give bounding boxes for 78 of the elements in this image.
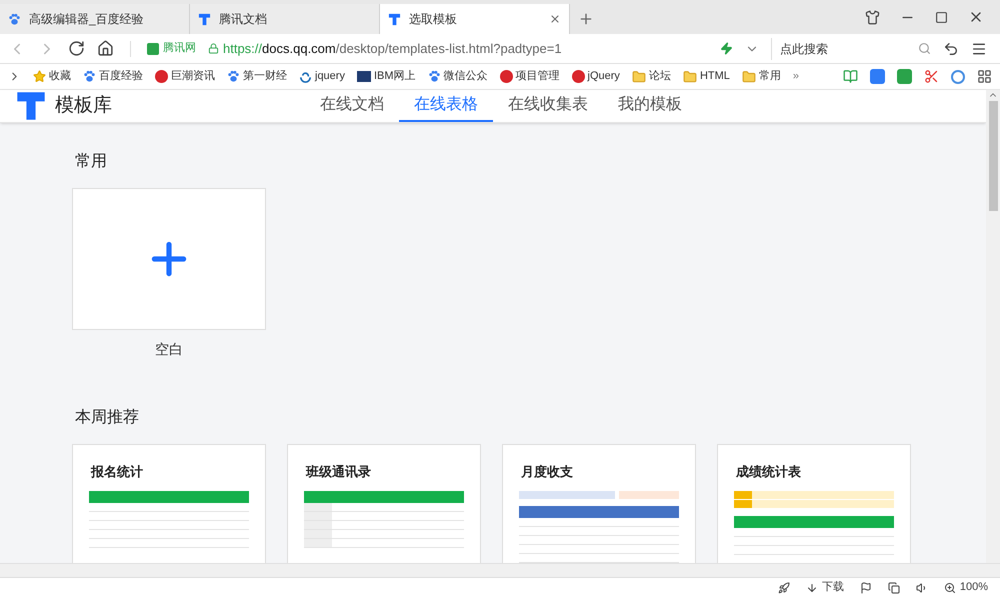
copy-icon[interactable]: [888, 582, 900, 594]
more-bookmarks[interactable]: »: [792, 68, 800, 85]
browser-tab[interactable]: 高级编辑器_百度经验: [0, 4, 190, 34]
template-card[interactable]: 班级通讯录: [287, 444, 481, 564]
bookmark-link[interactable]: 第一财经: [243, 68, 287, 85]
reload-icon[interactable]: [68, 40, 85, 57]
zoom-level[interactable]: 100%: [960, 579, 988, 596]
template-title: 月度收支: [520, 463, 574, 481]
download-button[interactable]: 下载: [822, 579, 844, 596]
bookmark-link[interactable]: jQuery: [588, 68, 620, 85]
star-icon: [33, 70, 46, 83]
template-card[interactable]: 成绩统计表: [717, 444, 911, 564]
template-title: 报名统计: [90, 463, 144, 481]
zoom-icon[interactable]: [944, 582, 956, 594]
maximize-icon[interactable]: [935, 10, 948, 24]
browser-tab[interactable]: 选取模板: [380, 4, 570, 34]
template-card[interactable]: 月度收支: [502, 444, 696, 564]
undo-icon[interactable]: [943, 40, 959, 56]
section-title: 常用: [74, 152, 108, 172]
tab-title: 腾讯文档: [219, 11, 268, 28]
paw-icon: [428, 70, 441, 83]
docs-logo-icon: [15, 90, 47, 122]
search-icon[interactable]: [918, 42, 931, 55]
bookmark-link[interactable]: 项目管理: [516, 68, 560, 85]
lock-icon: [208, 43, 219, 54]
template-title: 班级通讯录: [304, 463, 372, 481]
bookmark-link[interactable]: 微信公众: [444, 68, 488, 85]
grid-icon[interactable]: [977, 69, 992, 84]
nav-tab[interactable]: 我的模板: [603, 90, 697, 122]
nav-tab[interactable]: 在线收集表: [493, 90, 603, 122]
new-tab-icon[interactable]: [578, 11, 594, 27]
circle-logo-icon: [155, 70, 168, 83]
menu-icon[interactable]: [971, 40, 987, 56]
bookmark-link[interactable]: 收藏: [49, 68, 71, 85]
docs-logo-icon: [198, 12, 211, 26]
folder-icon: [632, 70, 646, 84]
circle-logo-icon: [500, 70, 513, 83]
vertical-scrollbar[interactable]: [986, 90, 1000, 563]
tab-title: 高级编辑器_百度经验: [29, 11, 145, 28]
flag-icon[interactable]: [860, 582, 872, 594]
section-title: 本周推荐: [74, 408, 140, 428]
bookmark-link[interactable]: jquery: [315, 68, 345, 85]
lightning-icon[interactable]: [720, 42, 733, 55]
close-icon[interactable]: [549, 13, 561, 25]
url-field[interactable]: https://docs.qq.com/desktop/templates-list.html?padtype=1: [223, 38, 708, 58]
rocket-icon[interactable]: [778, 582, 790, 594]
tab-title: 选取模板: [409, 11, 458, 28]
bookmark-link[interactable]: HTML: [700, 68, 730, 85]
horizontal-scrollbar[interactable]: [0, 563, 1000, 577]
swirl-icon: [299, 70, 312, 83]
bookmark-link[interactable]: 巨潮资讯: [171, 68, 215, 85]
bookmark-link[interactable]: IBM网上: [374, 68, 416, 85]
folder-icon: [682, 70, 697, 84]
docs-logo-icon: [388, 12, 401, 26]
download-icon[interactable]: [806, 582, 818, 594]
paw-icon: [8, 12, 21, 26]
scrollbar-thumb[interactable]: [988, 101, 998, 211]
paw-icon: [227, 70, 240, 83]
nav-tab[interactable]: 在线表格: [399, 90, 493, 122]
template-card[interactable]: 报名统计: [72, 444, 266, 564]
bookmark-link[interactable]: 百度经验: [99, 68, 143, 85]
bookmark-link[interactable]: 常用: [758, 68, 781, 85]
site-label: 腾讯网: [163, 41, 196, 56]
scissors-icon[interactable]: [924, 69, 939, 84]
book-icon[interactable]: [843, 69, 858, 84]
browser-tab[interactable]: 腾讯文档: [190, 4, 380, 34]
shirt-icon[interactable]: [865, 10, 880, 24]
circle-logo-icon: [572, 70, 585, 83]
speaker-icon[interactable]: [916, 582, 928, 594]
home-icon[interactable]: [97, 40, 114, 57]
folder-icon: [742, 70, 756, 84]
paw-icon: [83, 70, 96, 83]
bookmark-link[interactable]: 论坛: [648, 68, 671, 85]
search-field[interactable]: 点此搜索: [780, 40, 918, 58]
nav-tab[interactable]: 在线文档: [305, 90, 399, 122]
template-label: 空白: [155, 340, 183, 359]
site-logo-text: 模板库: [55, 94, 113, 118]
template-title: 成绩统计表: [734, 463, 802, 481]
